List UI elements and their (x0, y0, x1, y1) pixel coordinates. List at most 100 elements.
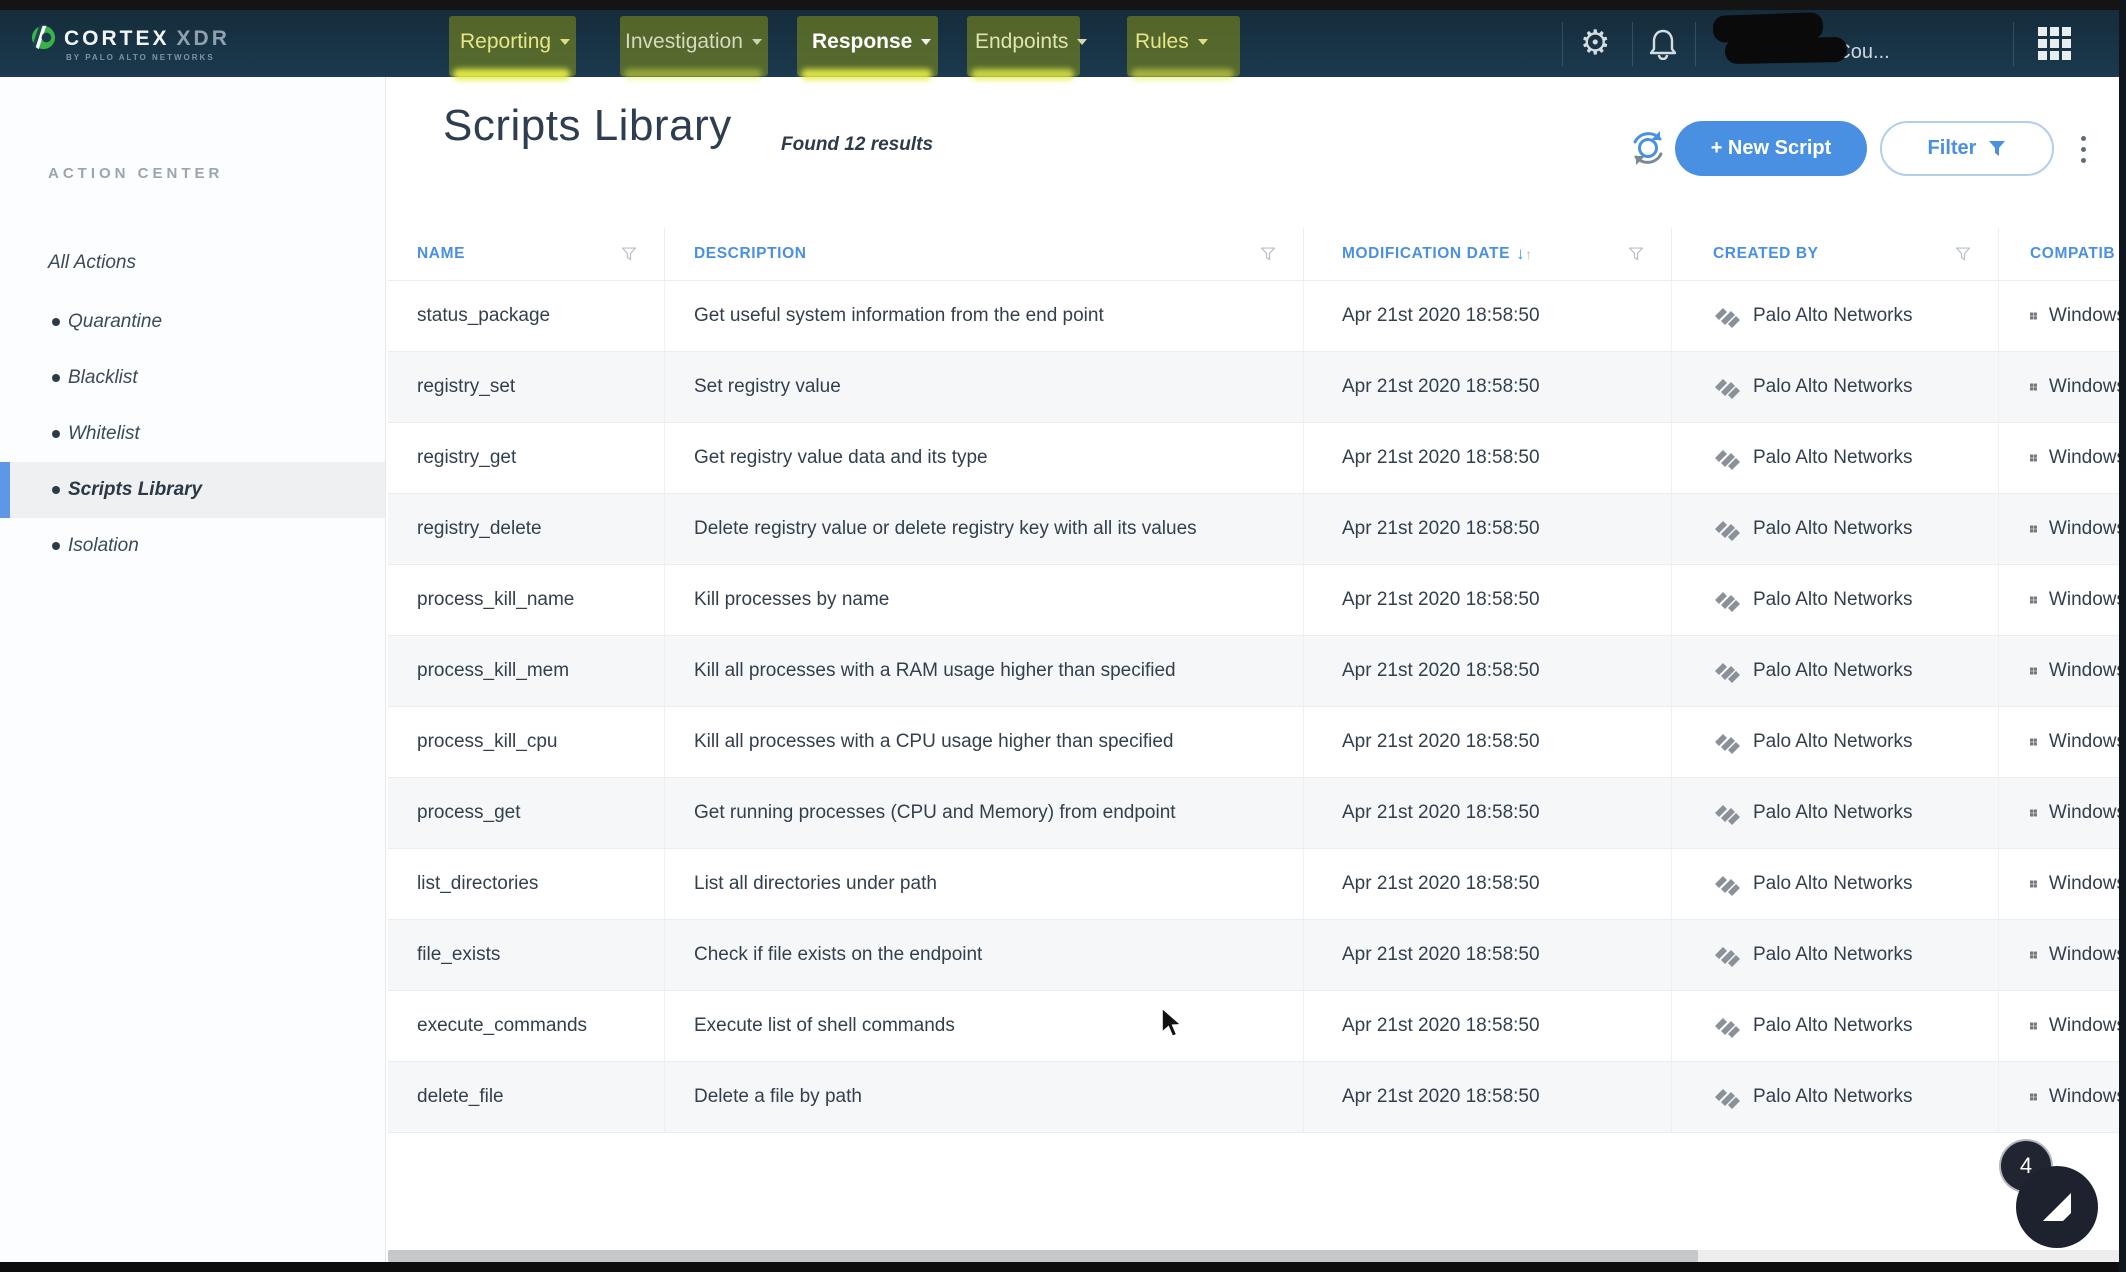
column-filter-funnel-icon[interactable] (1629, 248, 1643, 261)
cell-compatible-os: Windows (1999, 636, 2126, 706)
nav-item-response[interactable]: Response (797, 10, 938, 77)
more-options-kebab-icon[interactable] (2073, 123, 2093, 175)
column-header-name[interactable]: NAME (388, 228, 665, 280)
bullet-icon (52, 486, 60, 494)
letterbox-right (2119, 0, 2126, 1272)
sort-desc-icon[interactable]: ↓↑ (1516, 244, 1533, 264)
cell-created-by: Palo Alto Networks (1672, 991, 1999, 1061)
column-header-label: DESCRIPTION (694, 245, 807, 263)
created-by-label: Palo Alto Networks (1753, 944, 1912, 966)
refresh-icon[interactable] (1627, 127, 1669, 169)
sidebar-item-isolation[interactable]: Isolation (0, 518, 385, 574)
column-header-created-by[interactable]: CREATED BY (1672, 228, 1999, 280)
sidebar-item-blacklist[interactable]: Blacklist (0, 350, 385, 406)
compatible-os-label: Windows (2049, 660, 2126, 682)
scripts-table: NAME DESCRIPTION MODIFICATION DATE ↓↑ CREATE… (388, 228, 2126, 1133)
nav-item-label: Endpoints (975, 30, 1087, 54)
cell-compatible-os: Windows (1999, 281, 2126, 351)
cell-modification-date: Apr 21st 2020 18:58:50 (1304, 707, 1672, 777)
nav-highlight-underline (1131, 69, 1234, 80)
nav-item-reporting[interactable]: Reporting (449, 10, 576, 77)
cell-created-by: Palo Alto Networks (1672, 1062, 1999, 1132)
table-row-registry_get[interactable]: registry_getGet registry value data and … (388, 422, 2126, 493)
cell-modification-date: Apr 21st 2020 18:58:50 (1304, 565, 1672, 635)
column-header-label: MODIFICATION DATE (1342, 245, 1510, 263)
table-row-execute_commands[interactable]: execute_commandsExecute list of shell co… (388, 990, 2126, 1061)
cell-name: process_kill_cpu (388, 707, 665, 777)
table-row-status_package[interactable]: status_packageGet useful system informat… (388, 280, 2126, 351)
cell-created-by: Palo Alto Networks (1672, 494, 1999, 564)
cell-compatible-os: Windows (1999, 1062, 2126, 1132)
table-row-process_get[interactable]: process_getGet running processes (CPU an… (388, 777, 2126, 848)
table-row-list_directories[interactable]: list_directoriesList all directories und… (388, 848, 2126, 919)
gear-icon[interactable]: ⚙ (1580, 26, 1610, 60)
palo-alto-logo-icon (1713, 659, 1743, 683)
chat-launcher-button[interactable] (2016, 1166, 2098, 1248)
table-row-registry_set[interactable]: registry_setSet registry valueApr 21st 2… (388, 351, 2126, 422)
chevron-down-icon (752, 39, 762, 45)
compatible-os-label: Windows (2049, 447, 2126, 469)
new-script-button[interactable]: + New Script (1675, 121, 1867, 176)
created-by-label: Palo Alto Networks (1753, 1015, 1912, 1037)
sidebar-item-quarantine[interactable]: Quarantine (0, 294, 385, 350)
table-row-process_kill_mem[interactable]: process_kill_memKill all processes with … (388, 635, 2126, 706)
cell-description: Check if file exists on the endpoint (665, 920, 1304, 990)
column-filter-funnel-icon[interactable] (1261, 248, 1275, 261)
sidebar-item-label: Quarantine (68, 311, 162, 333)
palo-alto-logo-icon (1713, 872, 1743, 896)
column-header-compatib[interactable]: COMPATIB (1999, 228, 2126, 280)
apps-grid-icon[interactable] (2038, 27, 2071, 60)
nav-item-investigation[interactable]: Investigation (620, 10, 768, 77)
cell-modification-date: Apr 21st 2020 18:58:50 (1304, 1062, 1672, 1132)
nav-highlight-underline (801, 69, 932, 80)
column-header-modification-date[interactable]: MODIFICATION DATE ↓↑ (1304, 228, 1672, 280)
cell-description: Execute list of shell commands (665, 991, 1304, 1061)
created-by-label: Palo Alto Networks (1753, 447, 1912, 469)
table-row-process_kill_cpu[interactable]: process_kill_cpuKill all processes with … (388, 706, 2126, 777)
column-header-description[interactable]: DESCRIPTION (665, 228, 1304, 280)
column-filter-funnel-icon[interactable] (622, 248, 636, 261)
windows-icon (2030, 374, 2037, 400)
table-row-file_exists[interactable]: file_existsCheck if file exists on the e… (388, 919, 2126, 990)
cell-modification-date: Apr 21st 2020 18:58:50 (1304, 849, 1672, 919)
cell-compatible-os: Windows (1999, 991, 2126, 1061)
created-by-label: Palo Alto Networks (1753, 802, 1912, 824)
windows-icon (2030, 800, 2037, 826)
filter-button[interactable]: Filter (1880, 121, 2054, 176)
cell-compatible-os: Windows (1999, 494, 2126, 564)
results-count: Found 12 results (781, 134, 933, 156)
new-script-label: + New Script (1711, 137, 1832, 160)
sidebar-item-label: Blacklist (68, 367, 138, 389)
user-account-area[interactable]: er Cou... (1700, 10, 2010, 77)
cell-compatible-os: Windows (1999, 423, 2126, 493)
cell-name: status_package (388, 281, 665, 351)
windows-icon (2030, 1013, 2037, 1039)
column-filter-funnel-icon[interactable] (1956, 248, 1970, 261)
palo-alto-logo-icon (1713, 730, 1743, 754)
table-row-delete_file[interactable]: delete_fileDelete a file by pathApr 21st… (388, 1061, 2126, 1133)
compatible-os-label: Windows (2049, 305, 2126, 327)
table-row-registry_delete[interactable]: registry_deleteDelete registry value or … (388, 493, 2126, 564)
cell-compatible-os: Windows (1999, 920, 2126, 990)
topbar-divider (2013, 22, 2014, 66)
nav-item-label: Response (812, 30, 931, 54)
brand-logo: CORTEXXDR BY PALO ALTO NETWORKS (28, 20, 358, 70)
palo-alto-logo-icon (1713, 446, 1743, 470)
nav-item-endpoints[interactable]: Endpoints (967, 10, 1080, 77)
cell-modification-date: Apr 21st 2020 18:58:50 (1304, 636, 1672, 706)
horizontal-scrollbar-thumb[interactable] (388, 1250, 1698, 1262)
notifications-bell-icon[interactable] (1648, 28, 1678, 60)
sidebar-item-scripts-library[interactable]: Scripts Library (0, 462, 385, 518)
cell-description: Delete registry value or delete registry… (665, 494, 1304, 564)
windows-icon (2030, 942, 2037, 968)
created-by-label: Palo Alto Networks (1753, 1086, 1912, 1108)
compatible-os-label: Windows (2049, 376, 2126, 398)
cell-description: Delete a file by path (665, 1062, 1304, 1132)
cell-modification-date: Apr 21st 2020 18:58:50 (1304, 991, 1672, 1061)
nav-item-rules[interactable]: Rules (1127, 10, 1240, 77)
cell-created-by: Palo Alto Networks (1672, 352, 1999, 422)
sidebar-item-all-actions[interactable]: All Actions (0, 235, 385, 291)
table-row-process_kill_name[interactable]: process_kill_nameKill processes by nameA… (388, 564, 2126, 635)
sidebar-item-whitelist[interactable]: Whitelist (0, 406, 385, 462)
brand-product: XDR (177, 27, 230, 50)
